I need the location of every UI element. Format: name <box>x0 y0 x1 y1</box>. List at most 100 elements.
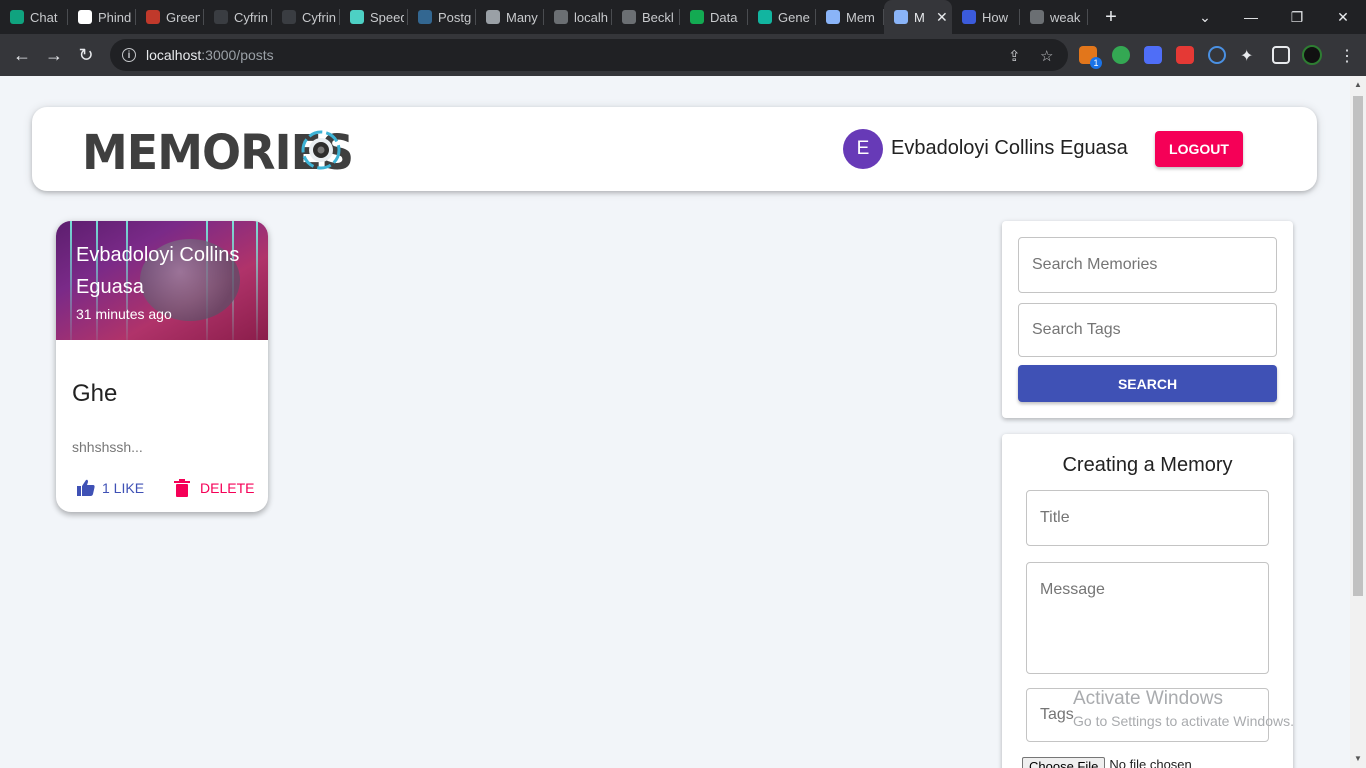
browser-tab[interactable]: Green <box>136 0 204 34</box>
tab-label: Chat <box>30 9 58 25</box>
tab-label: Phind <box>98 9 132 25</box>
page-content: MEMORIES E Evbadoloyi Collins Eguasa LOG… <box>0 76 1350 768</box>
url-path: :3000/posts <box>201 47 274 63</box>
address-bar[interactable]: i localhost:3000/posts ⇪ ☆ <box>110 39 1068 71</box>
browser-tab[interactable]: Postg <box>408 0 476 34</box>
tab-close-icon[interactable]: ✕ <box>936 9 948 26</box>
title-input[interactable] <box>1026 490 1269 546</box>
tab-label: localh <box>574 9 608 25</box>
site-info-icon[interactable]: i <box>122 48 136 62</box>
tab-favicon-icon <box>282 10 296 24</box>
tab-favicon-icon <box>350 10 364 24</box>
browser-tab[interactable]: Mem <box>816 0 884 34</box>
like-label: 1 LIKE <box>102 480 145 496</box>
browser-tab[interactable]: Speed <box>340 0 408 34</box>
tab-label: Data <box>710 9 738 25</box>
post-message: shhshssh... <box>72 439 143 455</box>
file-status: No file chosen <box>1109 757 1192 768</box>
form-heading: Creating a Memory <box>1062 454 1233 476</box>
tab-favicon-icon <box>10 10 24 24</box>
reload-icon[interactable]: ↻ <box>70 39 102 71</box>
file-upload: Choose File No file chosen <box>1022 757 1192 768</box>
browser-tab[interactable]: localh <box>544 0 612 34</box>
extension-icon-drop[interactable] <box>1208 46 1226 64</box>
delete-button[interactable]: DELETE <box>174 476 254 500</box>
post-author: Evbadoloyi Collins Eguasa <box>76 244 240 298</box>
tab-label: How <box>982 9 1009 25</box>
tab-label: Postg <box>438 9 472 25</box>
browser-tab[interactable]: weak <box>1020 0 1088 34</box>
tab-search-icon[interactable]: ⌄ <box>1182 0 1228 34</box>
tab-favicon-icon <box>894 10 908 24</box>
tab-favicon-icon <box>826 10 840 24</box>
minimize-button[interactable]: — <box>1228 0 1274 34</box>
browser-tab[interactable]: M ✕ <box>884 0 952 34</box>
tab-favicon-icon <box>214 10 228 24</box>
extension-icon-blue[interactable] <box>1144 46 1162 64</box>
scroll-down-arrow-icon[interactable]: ▼ <box>1354 754 1362 763</box>
user-name: Evbadoloyi Collins Eguasa <box>891 137 1128 159</box>
delete-label: DELETE <box>200 480 255 496</box>
search-panel: SEARCH <box>1002 221 1293 418</box>
new-tab-button[interactable]: + <box>1094 0 1128 34</box>
message-textarea[interactable] <box>1026 562 1269 674</box>
bookmark-star-icon[interactable]: ☆ <box>1040 47 1053 65</box>
search-button[interactable]: SEARCH <box>1018 365 1277 402</box>
extensions-puzzle-icon[interactable]: ✦ <box>1240 46 1258 65</box>
browser-tab[interactable]: Cyfrin <box>204 0 272 34</box>
tab-label: Beckl <box>642 9 674 25</box>
post-title: Ghe <box>72 380 118 407</box>
side-panel-icon[interactable] <box>1272 46 1290 64</box>
browser-tab[interactable]: Gene <box>748 0 816 34</box>
tab-favicon-icon <box>758 10 772 24</box>
tab-favicon-icon <box>690 10 704 24</box>
post-time: 31 minutes ago <box>76 306 172 322</box>
tab-label: Speed <box>370 9 404 25</box>
memories-logo-icon <box>301 130 341 170</box>
close-window-button[interactable]: ✕ <box>1320 0 1366 34</box>
tab-favicon-icon <box>622 10 636 24</box>
search-memories-input[interactable] <box>1018 237 1277 293</box>
tab-label: Mem <box>846 9 875 25</box>
avatar: E <box>843 129 883 169</box>
browser-tab[interactable]: Data <box>680 0 748 34</box>
logout-button[interactable]: LOGOUT <box>1155 131 1243 167</box>
delete-trash-icon <box>174 479 190 497</box>
menu-kebab-icon[interactable]: ⋮ <box>1338 46 1356 65</box>
url-host: localhost <box>146 47 202 63</box>
browser-tabstrip: Chat Phind Green Cyfrin Cyfrin Speed Postg Many… <box>0 0 1366 34</box>
browser-tab[interactable]: Many <box>476 0 544 34</box>
browser-tab[interactable]: Cyfrin <box>272 0 340 34</box>
app-bar: MEMORIES E Evbadoloyi Collins Eguasa LOG… <box>32 107 1317 191</box>
activate-windows-watermark: Activate Windows Go to Settings to activ… <box>1073 688 1294 729</box>
scroll-up-arrow-icon[interactable]: ▲ <box>1354 80 1362 89</box>
tab-label: Many <box>506 9 538 25</box>
choose-file-button[interactable]: Choose File <box>1022 757 1106 768</box>
tab-label: M <box>914 9 925 25</box>
forward-icon[interactable]: → <box>38 39 70 71</box>
browser-tab[interactable]: Phind <box>68 0 136 34</box>
back-icon[interactable]: ← <box>6 39 38 71</box>
extension-icon-green[interactable] <box>1112 46 1130 64</box>
tab-label: Cyfrin <box>234 9 268 25</box>
restore-button[interactable]: ❐ <box>1274 0 1320 34</box>
page-scrollbar[interactable]: ▲ ▼ <box>1350 76 1366 768</box>
extension-badge: 1 <box>1090 57 1102 69</box>
tab-label: Cyfrin <box>302 9 336 25</box>
like-button[interactable]: 1 LIKE <box>76 476 144 500</box>
thumb-up-icon <box>77 479 95 496</box>
tab-label: Gene <box>778 9 810 25</box>
share-icon[interactable]: ⇪ <box>1008 47 1021 65</box>
search-tags-input[interactable] <box>1018 303 1277 357</box>
extension-icon-red[interactable] <box>1176 46 1194 64</box>
profile-avatar[interactable] <box>1302 45 1322 65</box>
browser-tab[interactable]: Chat <box>0 0 68 34</box>
scrollbar-thumb[interactable] <box>1353 96 1363 596</box>
tab-favicon-icon <box>146 10 160 24</box>
tab-label: Green <box>166 9 200 25</box>
tab-favicon-icon <box>1030 10 1044 24</box>
watermark-subtitle: Go to Settings to activate Windows. <box>1073 713 1294 729</box>
browser-tab[interactable]: How <box>952 0 1020 34</box>
browser-tab[interactable]: Beckl <box>612 0 680 34</box>
tab-favicon-icon <box>418 10 432 24</box>
